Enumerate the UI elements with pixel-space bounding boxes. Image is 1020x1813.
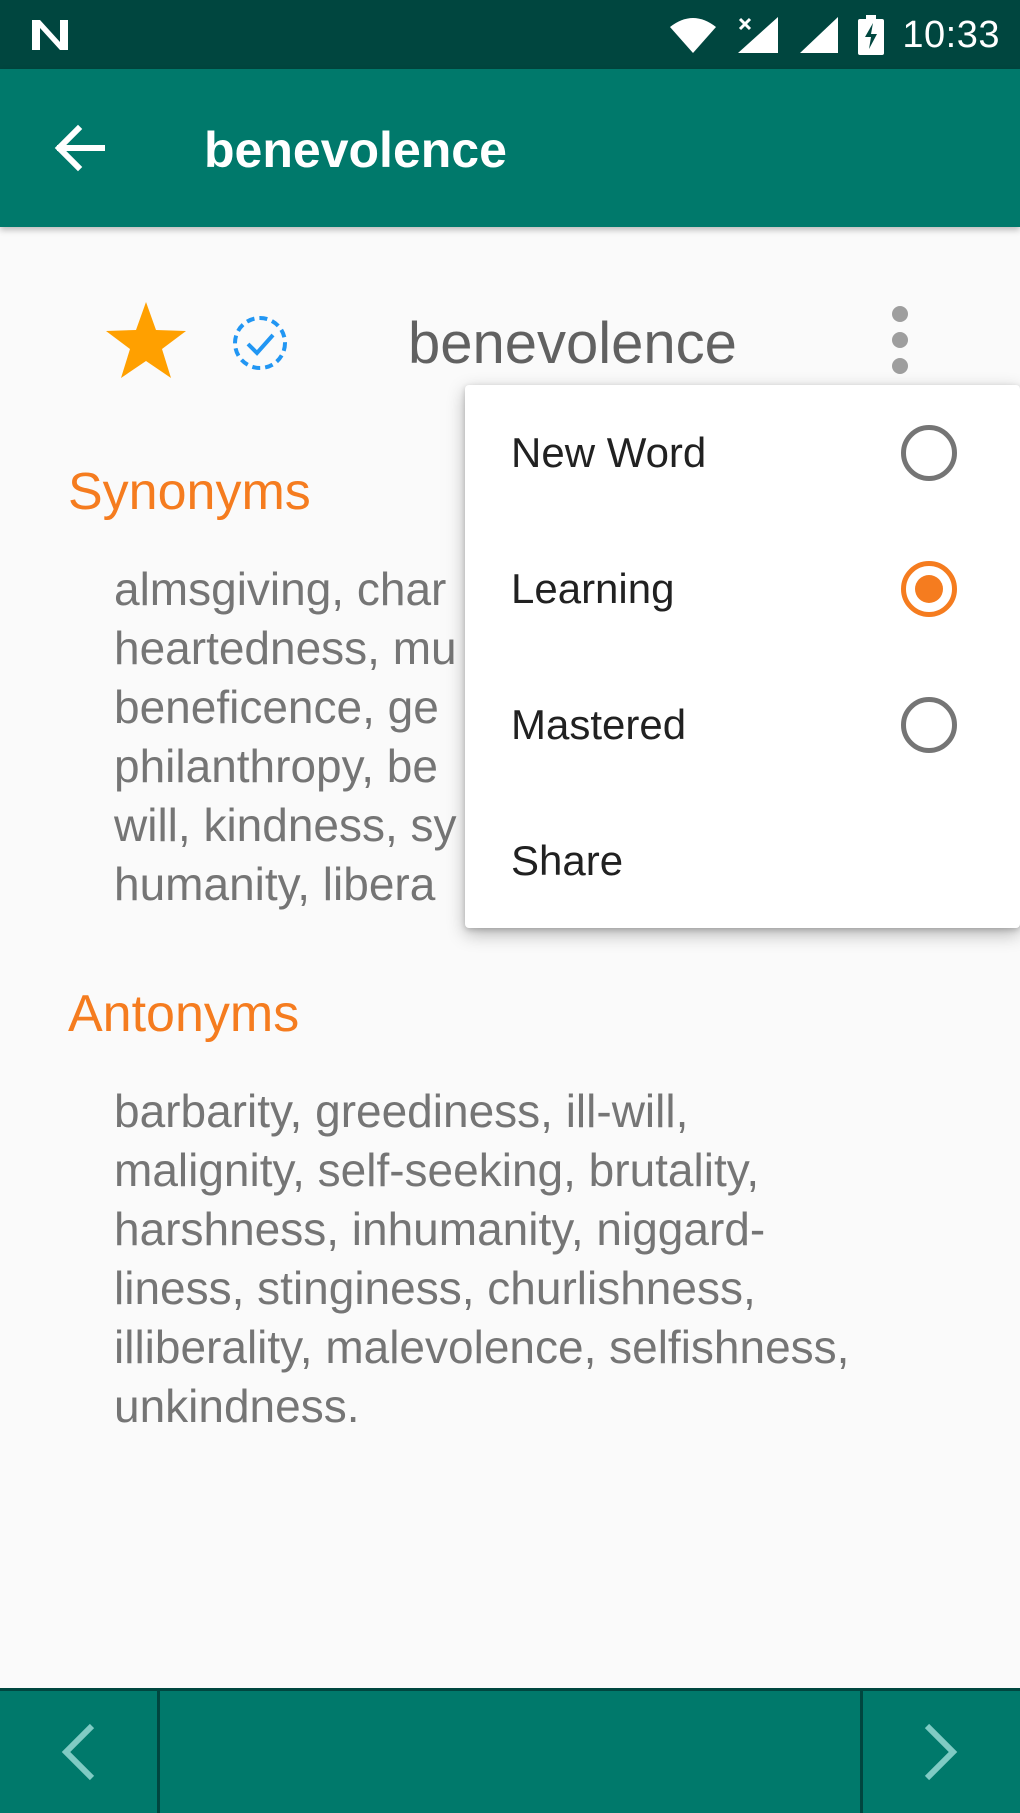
learning-radio[interactable] bbox=[901, 561, 957, 617]
menu-item-label: Mastered bbox=[511, 701, 687, 748]
dashed-check-circle-icon bbox=[233, 316, 287, 370]
status-bar: 10:33 bbox=[0, 0, 1020, 69]
app-bar: benevolence bbox=[0, 69, 1020, 227]
radio-dot bbox=[915, 575, 943, 603]
menu-item-share[interactable]: Share bbox=[465, 793, 1020, 929]
menu-item-mastered[interactable]: Mastered bbox=[465, 657, 1020, 793]
synonyms-title: Synonyms bbox=[68, 463, 311, 521]
status-icons: 10:33 bbox=[668, 10, 1000, 60]
arrow-back-icon bbox=[54, 124, 105, 172]
battery-charging-icon bbox=[858, 15, 885, 55]
antonyms-line: malignity, self-seeking, brutality, bbox=[114, 1144, 760, 1196]
word-heading: benevolence bbox=[408, 311, 737, 376]
antonyms-line: illiberality, malevolence, selfishness, bbox=[114, 1321, 850, 1373]
antonyms-line: unkindness. bbox=[114, 1380, 360, 1432]
star-icon bbox=[106, 302, 186, 378]
menu-item-label: Learning bbox=[511, 565, 675, 612]
signal-icon bbox=[798, 15, 840, 55]
mastered-radio[interactable] bbox=[901, 697, 957, 753]
learning-status-button[interactable] bbox=[230, 313, 290, 373]
antonyms-line: barbarity, greediness, ill-will, bbox=[114, 1085, 689, 1137]
menu-item-new-word[interactable]: New Word bbox=[465, 385, 1020, 521]
bottom-nav bbox=[0, 1688, 1020, 1813]
n-logo-icon bbox=[28, 16, 72, 52]
app-title: benevolence bbox=[204, 122, 507, 178]
next-word-button[interactable] bbox=[860, 1691, 1020, 1813]
menu-item-label: Share bbox=[511, 837, 624, 884]
status-popup-menu: New Word Learning Mastered Share bbox=[465, 385, 1020, 928]
back-button[interactable] bbox=[50, 117, 112, 179]
favorite-star-button[interactable] bbox=[104, 300, 188, 380]
antonyms-line: liness, stinginess, churlishness, bbox=[114, 1262, 756, 1314]
menu-item-label: New Word bbox=[511, 429, 707, 476]
antonyms-title: Antonyms bbox=[68, 985, 300, 1043]
chevron-right-icon bbox=[924, 1723, 958, 1781]
status-time: 10:33 bbox=[902, 13, 1000, 56]
previous-word-button[interactable] bbox=[0, 1691, 160, 1813]
new-word-radio[interactable] bbox=[901, 425, 957, 481]
antonyms-line: harshness, inhumanity, niggard- bbox=[114, 1203, 766, 1255]
overflow-menu-button[interactable] bbox=[880, 300, 920, 380]
signal-x-icon bbox=[736, 15, 780, 55]
menu-item-learning[interactable]: Learning bbox=[465, 521, 1020, 657]
bottom-nav-center bbox=[160, 1691, 860, 1813]
chevron-left-icon bbox=[61, 1723, 95, 1781]
antonyms-text: barbarity, greediness, ill-will, maligni… bbox=[114, 1082, 934, 1436]
wifi-icon bbox=[668, 15, 718, 55]
